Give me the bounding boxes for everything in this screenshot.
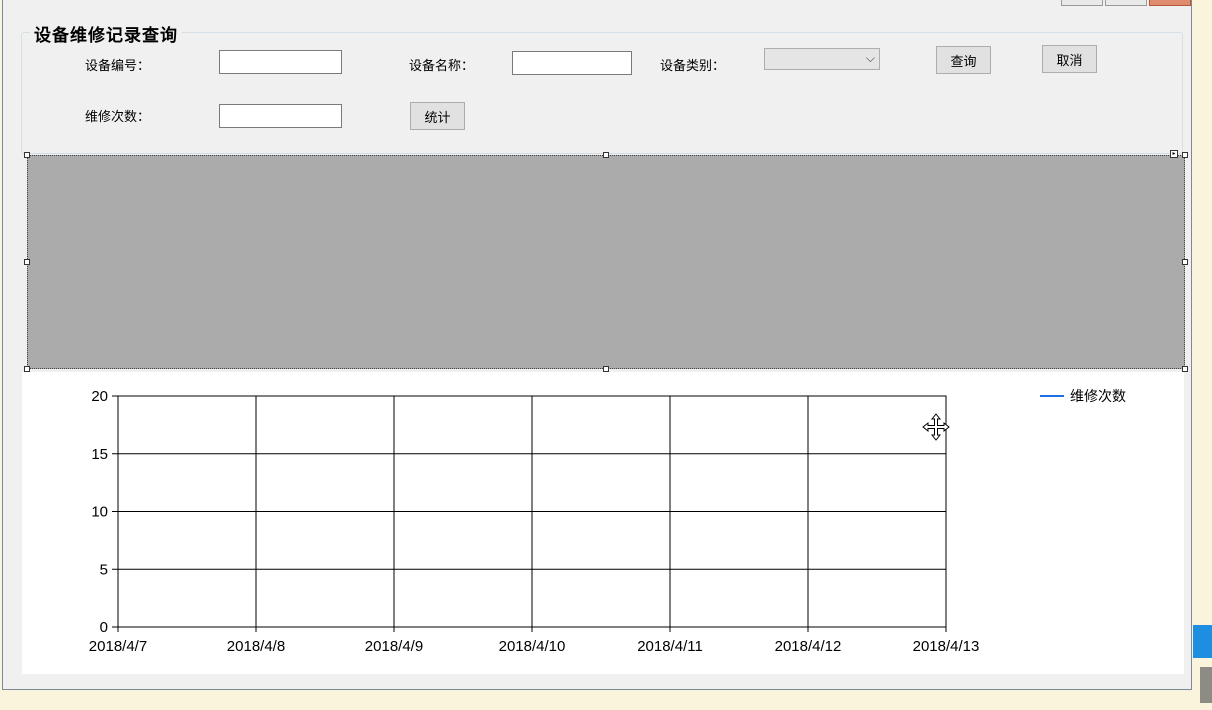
- move-cursor-icon: [922, 413, 950, 441]
- chevron-down-icon: ⌵: [865, 51, 875, 65]
- device-no-input[interactable]: [219, 50, 342, 74]
- minimize-button[interactable]: [1061, 0, 1103, 6]
- x-tick-label: 2018/4/8: [227, 638, 285, 655]
- legend-label: 维修次数: [1070, 389, 1126, 405]
- y-tick-label: 5: [100, 561, 108, 578]
- device-no-label: 设备编号：: [85, 59, 151, 74]
- resize-handle[interactable]: [1182, 152, 1188, 158]
- x-tick-label: 2018/4/7: [89, 638, 147, 655]
- device-name-label: 设备名称：: [409, 59, 475, 74]
- maximize-button[interactable]: [1105, 0, 1147, 6]
- group-title: 设备维修记录查询: [30, 21, 182, 46]
- repair-count-input[interactable]: [219, 104, 342, 128]
- device-type-label: 设备类别：: [660, 59, 726, 74]
- stats-button[interactable]: 统计: [410, 102, 465, 130]
- repair-chart: 2018/4/7 2018/4/8 2018/4/9 2018/4/10 2018/4/…: [89, 388, 1126, 655]
- chart-panel: 2018/4/7 2018/4/8 2018/4/9 2018/4/10 2018/4/…: [22, 372, 1184, 674]
- resize-handle[interactable]: [603, 152, 609, 158]
- resize-handle[interactable]: [1182, 259, 1188, 265]
- smart-tag-icon[interactable]: ▸: [1170, 150, 1178, 158]
- x-tick-label: 2018/4/9: [365, 638, 423, 655]
- window-controls: [1061, 0, 1191, 6]
- repair-count-label: 维修次数：: [85, 110, 151, 125]
- resize-handle[interactable]: [24, 152, 30, 158]
- data-grid-placeholder[interactable]: [27, 155, 1185, 369]
- query-button[interactable]: 查询: [936, 46, 991, 74]
- x-tick-label: 2018/4/13: [913, 638, 980, 655]
- x-tick-label: 2018/4/11: [637, 638, 703, 655]
- y-tick-label: 15: [91, 446, 108, 463]
- close-button[interactable]: [1149, 0, 1191, 6]
- x-tick-label: 2018/4/10: [499, 638, 566, 655]
- side-widget-image: [1200, 667, 1212, 703]
- side-widget: [1193, 625, 1212, 658]
- device-type-select[interactable]: ⌵: [764, 48, 880, 70]
- x-tick-label: 2018/4/12: [775, 638, 842, 655]
- cancel-button[interactable]: 取消: [1042, 45, 1097, 73]
- y-tick-label: 0: [100, 619, 108, 636]
- device-name-input[interactable]: [512, 51, 632, 75]
- y-tick-label: 20: [91, 388, 108, 405]
- y-tick-label: 10: [91, 504, 108, 521]
- resize-handle[interactable]: [24, 259, 30, 265]
